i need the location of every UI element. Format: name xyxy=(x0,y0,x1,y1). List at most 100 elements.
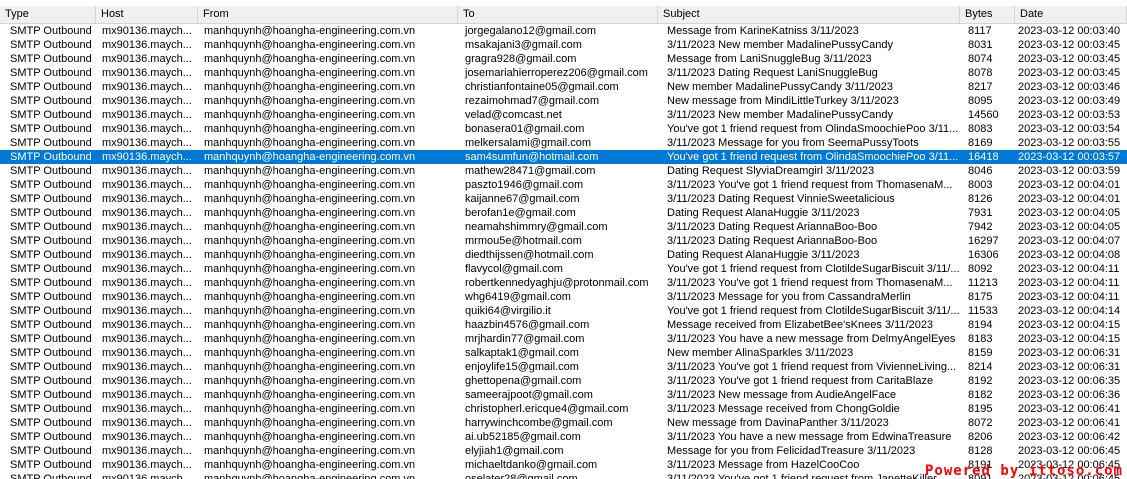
cell-from: manhquynh@hoangha-engineering.com.vn xyxy=(204,333,416,345)
cell-to: elyjiah1@gmail.com xyxy=(465,445,564,457)
table-row[interactable]: SMTP Outbound mx90136.maych... manhquynh@h… xyxy=(0,276,1127,290)
cell-from: manhquynh@hoangha-engineering.com.vn xyxy=(204,375,416,387)
table-row[interactable]: SMTP Outbound mx90136.maych... manhquynh@h… xyxy=(0,388,1127,402)
cell-type: SMTP Outbound xyxy=(10,263,92,275)
cell-type: SMTP Outbound xyxy=(10,375,92,387)
table-row[interactable]: SMTP Outbound mx90136.maych... manhquynh@h… xyxy=(0,52,1127,66)
table-row[interactable]: SMTP Outbound mx90136.maych... manhquynh@h… xyxy=(0,402,1127,416)
column-header-host[interactable]: Host xyxy=(96,6,198,23)
cell-bytes: 16306 xyxy=(968,249,999,261)
cell-to: enjoylife15@gmail.com xyxy=(465,361,579,373)
table-row[interactable]: SMTP Outbound mx90136.maych... manhquynh@h… xyxy=(0,290,1127,304)
cell-subject: New message from DavinaPanther 3/11/2023 xyxy=(667,417,889,429)
cell-from: manhquynh@hoangha-engineering.com.vn xyxy=(204,221,416,233)
table-row[interactable]: SMTP Outbound mx90136.maych... manhquynh@h… xyxy=(0,262,1127,276)
table-row[interactable]: SMTP Outbound mx90136.maych... manhquynh@h… xyxy=(0,346,1127,360)
cell-bytes: 11533 xyxy=(968,305,998,317)
cell-subject: Message for you from FelicidadTreasure 3… xyxy=(667,445,916,457)
cell-to: harrywinchcombe@gmail.com xyxy=(465,417,613,429)
cell-from: manhquynh@hoangha-engineering.com.vn xyxy=(204,305,416,317)
cell-type: SMTP Outbound xyxy=(10,389,92,401)
cell-subject: Message from LaniSnuggleBug 3/11/2023 xyxy=(667,53,872,65)
table-row[interactable]: SMTP Outbound mx90136.maych... manhquynh@h… xyxy=(0,220,1127,234)
cell-from: manhquynh@hoangha-engineering.com.vn xyxy=(204,123,416,135)
column-header-date[interactable]: Date xyxy=(1015,6,1127,23)
cell-host: mx90136.maych... xyxy=(102,403,192,415)
cell-subject: Message from KarineKatniss 3/11/2023 xyxy=(667,25,859,37)
table-row[interactable]: SMTP Outbound mx90136.maych... manhquynh@h… xyxy=(0,38,1127,52)
cell-subject: You've got 1 friend request from Clotild… xyxy=(667,305,960,317)
table-row[interactable]: SMTP Outbound mx90136.maych... manhquynh@h… xyxy=(0,206,1127,220)
cell-subject: 3/11/2023 Message for you from SeemaPuss… xyxy=(667,137,919,149)
cell-bytes: 8128 xyxy=(968,445,993,457)
cell-from: manhquynh@hoangha-engineering.com.vn xyxy=(204,39,416,51)
table-row[interactable]: SMTP Outbound mx90136.maych... manhquynh@h… xyxy=(0,430,1127,444)
cell-bytes: 8159 xyxy=(968,347,993,359)
cell-to: oselater28@gmail.com xyxy=(465,473,578,479)
cell-to: christopherl.ericque4@gmail.com xyxy=(465,403,629,415)
cell-to: gragra928@gmail.com xyxy=(465,53,577,65)
cell-from: manhquynh@hoangha-engineering.com.vn xyxy=(204,319,416,331)
cell-host: mx90136.maych... xyxy=(102,459,192,471)
cell-to: mrmou5e@hotmail.com xyxy=(465,235,582,247)
table-row[interactable]: SMTP Outbound mx90136.maych... manhquynh@h… xyxy=(0,150,1127,164)
cell-subject: 3/11/2023 New member MadalinePussyCandy xyxy=(667,109,894,121)
table-row[interactable]: SMTP Outbound mx90136.maych... manhquynh@h… xyxy=(0,304,1127,318)
cell-date: 2023-03-12 00:06:31 xyxy=(1018,361,1121,373)
cell-host: mx90136.maych... xyxy=(102,25,192,37)
cell-bytes: 8078 xyxy=(968,67,993,79)
cell-from: manhquynh@hoangha-engineering.com.vn xyxy=(204,53,416,65)
cell-type: SMTP Outbound xyxy=(10,459,92,471)
cell-bytes: 8206 xyxy=(968,431,993,443)
cell-host: mx90136.maych... xyxy=(102,333,192,345)
cell-type: SMTP Outbound xyxy=(10,277,92,289)
cell-host: mx90136.maych... xyxy=(102,39,192,51)
cell-host: mx90136.maych... xyxy=(102,207,192,219)
table-row[interactable]: SMTP Outbound mx90136.maych... manhquynh@h… xyxy=(0,416,1127,430)
cell-type: SMTP Outbound xyxy=(10,165,92,177)
table-row[interactable]: SMTP Outbound mx90136.maych... manhquynh@h… xyxy=(0,24,1127,38)
cell-host: mx90136.maych... xyxy=(102,179,192,191)
table-row[interactable]: SMTP Outbound mx90136.maych... manhquynh@h… xyxy=(0,374,1127,388)
cell-type: SMTP Outbound xyxy=(10,221,92,233)
table-row[interactable]: SMTP Outbound mx90136.maych... manhquynh@h… xyxy=(0,122,1127,136)
table-row[interactable]: SMTP Outbound mx90136.maych... manhquynh@h… xyxy=(0,248,1127,262)
cell-type: SMTP Outbound xyxy=(10,473,92,479)
cell-to: bonasera01@gmail.com xyxy=(465,123,585,135)
cell-subject: 3/11/2023 You've got 1 friend request fr… xyxy=(667,179,953,191)
cell-date: 2023-03-12 00:04:11 xyxy=(1018,263,1120,275)
cell-from: manhquynh@hoangha-engineering.com.vn xyxy=(204,109,416,121)
table-row[interactable]: SMTP Outbound mx90136.maych... manhquynh@h… xyxy=(0,80,1127,94)
cell-bytes: 8214 xyxy=(968,361,993,373)
table-row[interactable]: SMTP Outbound mx90136.maych... manhquynh@h… xyxy=(0,94,1127,108)
table-row[interactable]: SMTP Outbound mx90136.maych... manhquynh@h… xyxy=(0,178,1127,192)
cell-to: mrjhardin77@gmail.com xyxy=(465,333,585,345)
cell-to: neamahshimmry@gmail.com xyxy=(465,221,608,233)
cell-bytes: 8182 xyxy=(968,389,993,401)
cell-host: mx90136.maych... xyxy=(102,67,192,79)
column-header-to[interactable]: To xyxy=(458,6,658,23)
cell-host: mx90136.maych... xyxy=(102,319,192,331)
table-row[interactable]: SMTP Outbound mx90136.maych... manhquynh@h… xyxy=(0,332,1127,346)
cell-type: SMTP Outbound xyxy=(10,39,92,51)
table-row[interactable]: SMTP Outbound mx90136.maych... manhquynh@h… xyxy=(0,164,1127,178)
table-row[interactable]: SMTP Outbound mx90136.maych... manhquynh@h… xyxy=(0,136,1127,150)
table-row[interactable]: SMTP Outbound mx90136.maych... manhquynh@h… xyxy=(0,192,1127,206)
table-row[interactable]: SMTP Outbound mx90136.maych... manhquynh@h… xyxy=(0,66,1127,80)
cell-host: mx90136.maych... xyxy=(102,137,192,149)
table-row[interactable]: SMTP Outbound mx90136.maych... manhquynh@h… xyxy=(0,234,1127,248)
cell-host: mx90136.maych... xyxy=(102,277,192,289)
table-row[interactable]: SMTP Outbound mx90136.maych... manhquynh@h… xyxy=(0,108,1127,122)
column-header-from[interactable]: From xyxy=(198,6,458,23)
column-header-bytes[interactable]: Bytes xyxy=(960,6,1015,23)
cell-subject: 3/11/2023 You've got 1 friend request fr… xyxy=(667,361,957,373)
cell-to: paszto1946@gmail.com xyxy=(465,179,584,191)
message-list-view[interactable]: Type Host From To Subject Bytes Date SMT… xyxy=(0,0,1127,479)
column-header-type[interactable]: Type xyxy=(0,6,96,23)
column-header-subject[interactable]: Subject xyxy=(658,6,960,23)
table-row[interactable]: SMTP Outbound mx90136.maych... manhquynh@h… xyxy=(0,360,1127,374)
table-row[interactable]: SMTP Outbound mx90136.maych... manhquynh@h… xyxy=(0,444,1127,458)
table-row[interactable]: SMTP Outbound mx90136.maych... manhquynh@h… xyxy=(0,318,1127,332)
cell-subject: 3/11/2023 You've got 1 friend request fr… xyxy=(667,473,937,479)
cell-bytes: 8169 xyxy=(968,137,993,149)
